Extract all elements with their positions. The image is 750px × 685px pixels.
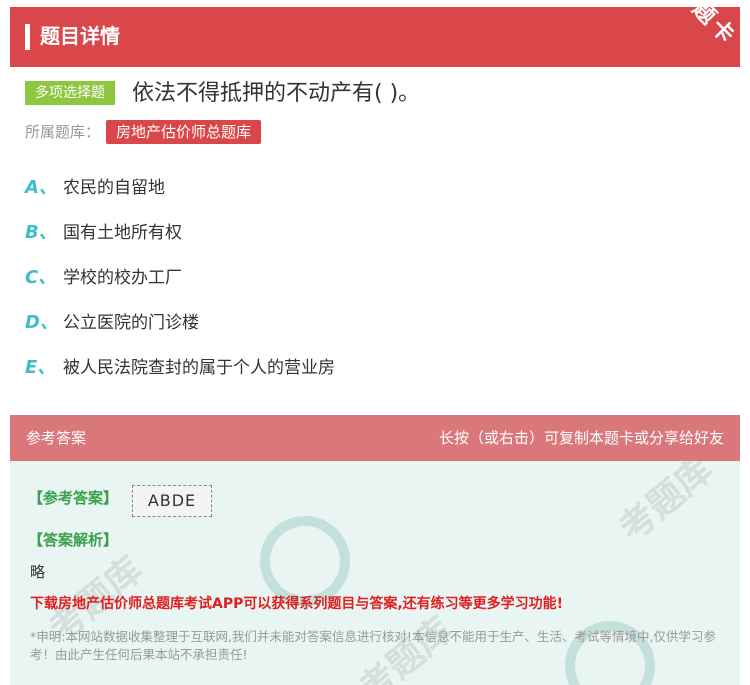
- watermark-icon: 考题库: [611, 461, 721, 551]
- corner-badge-label: 题卡: [686, 0, 742, 51]
- option-letter: E、: [25, 357, 56, 378]
- app-promo-text[interactable]: 下载房地产估价师总题库考试APP可以获得系列题目与答案,还有练习等更多学习功能!: [30, 593, 563, 613]
- disclaimer-text: *申明:本网站数据收集整理于互联网,我们并未能对答案信息进行核对!本信息不能用于…: [30, 629, 716, 662]
- page-title: 题目详情: [40, 24, 120, 48]
- option-letter: A、: [25, 177, 57, 198]
- ref-answer-label: 【参考答案】: [28, 489, 119, 507]
- option-a[interactable]: A、 农民的自留地: [25, 173, 165, 203]
- option-text: 公立医院的门诊楼: [63, 313, 199, 333]
- question-type-badge: 多项选择题: [25, 81, 115, 105]
- option-text: 学校的校办工厂: [63, 268, 182, 288]
- ref-answer-value[interactable]: ABDE: [132, 485, 212, 517]
- option-c[interactable]: C、 学校的校办工厂: [25, 263, 182, 293]
- option-letter: C、: [25, 267, 57, 288]
- page-header: 题目详情: [10, 7, 740, 67]
- answer-header: 参考答案 长按（或右击）可复制本题卡或分享给好友: [10, 415, 740, 461]
- option-b[interactable]: B、 国有土地所有权: [25, 218, 182, 248]
- answer-header-title: 参考答案: [26, 429, 87, 447]
- option-d[interactable]: D、 公立医院的门诊楼: [25, 308, 199, 338]
- option-letter: D、: [25, 312, 58, 333]
- share-hint: 长按（或右击）可复制本题卡或分享给好友: [438, 429, 724, 447]
- header-accent-bar: [25, 24, 30, 50]
- option-e[interactable]: E、 被人民法院查封的属于个人的营业房: [25, 353, 335, 383]
- analysis-label: 【答案解析】: [28, 531, 119, 549]
- bank-label: 所属题库：: [25, 123, 101, 141]
- option-letter: B、: [25, 222, 57, 243]
- answer-body: 考题库 考题库 考题库 【参考答案】 ABDE 【答案解析】 略 下载房地产估价…: [10, 461, 740, 685]
- option-text: 农民的自留地: [63, 178, 165, 198]
- question-text: 依法不得抵押的不动产有( )。: [132, 81, 421, 106]
- analysis-text: 略: [30, 563, 46, 581]
- option-text: 被人民法院查封的属于个人的营业房: [63, 358, 335, 378]
- bank-name-tag[interactable]: 房地产估价师总题库: [106, 120, 262, 144]
- corner-badge: 题卡: [650, 0, 750, 90]
- option-text: 国有土地所有权: [63, 223, 182, 243]
